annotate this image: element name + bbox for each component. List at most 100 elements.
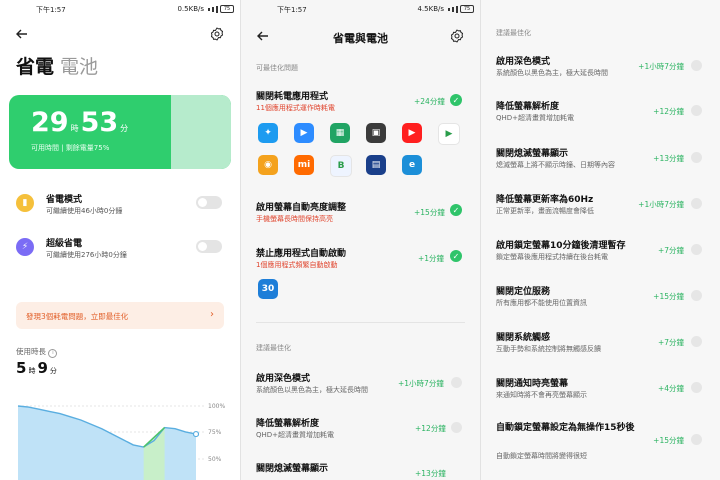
- suggestion-title[interactable]: 啟用深色模式: [256, 371, 310, 384]
- suggestion-gain: +4分鐘: [657, 384, 684, 393]
- suggestion-gain: +13分鐘: [653, 154, 684, 163]
- suggestion-gain: +15分鐘: [653, 436, 684, 445]
- suggestion-gain: +13分鐘: [415, 469, 446, 478]
- suggestion-gain: +1小時7分鐘: [398, 379, 444, 388]
- usage-hours-unit: 時: [28, 367, 36, 375]
- doc-app-icon: B: [330, 155, 352, 177]
- power-saving-mode-row[interactable]: ▮ 省電模式 可繼續使用46小時0分鐘: [16, 192, 226, 220]
- suggestion-gain: +7分鐘: [657, 338, 684, 347]
- issue-title[interactable]: 關閉耗電應用程式: [256, 89, 328, 102]
- suggestion-title[interactable]: 關閉熄滅螢幕顯示: [256, 461, 328, 474]
- suggestion-title[interactable]: 啟用深色模式: [496, 54, 550, 67]
- suggestion-desc: 鎖定螢幕後應用程式持續在後台耗電: [496, 253, 608, 261]
- remaining-subtitle: 可用時間 | 剩餘電量75%: [31, 144, 110, 152]
- minutes-unit: 分: [120, 124, 129, 133]
- issue-gain: +1分鐘: [418, 254, 445, 263]
- unchecked-radio[interactable]: [691, 105, 702, 116]
- news-app-icon: ▣: [366, 123, 386, 143]
- issue-title[interactable]: 啟用螢幕自動亮度調整: [256, 200, 346, 213]
- unchecked-radio[interactable]: [691, 244, 702, 255]
- unchecked-radio[interactable]: [691, 60, 702, 71]
- screen: 下午1:57 0.5KB/s 75 省電 電池 29 時53 分 可用時間 | 剩餘電…: [0, 0, 720, 480]
- remaining-time: 29 時53 分: [31, 107, 130, 138]
- signal-icons: 75: [208, 5, 234, 13]
- signal-icons: 75: [448, 5, 474, 13]
- battery-usage-chart: 100% 75% 50%: [17, 403, 225, 480]
- divider: [256, 322, 465, 323]
- suggestion-desc: 正常更新率，畫面流暢度會降低: [496, 207, 594, 215]
- issue-gain: +15分鐘: [414, 208, 445, 217]
- unchecked-radio[interactable]: [691, 434, 702, 445]
- checked-icon[interactable]: ✓: [450, 94, 462, 106]
- back-button[interactable]: [14, 26, 30, 42]
- chart-area-fill: [18, 406, 196, 480]
- issue-desc: 11個應用程式運作時耗電: [256, 104, 335, 112]
- play-store-icon: ▶: [438, 123, 460, 145]
- unchecked-radio[interactable]: [451, 377, 462, 388]
- title-battery: 電池: [60, 56, 99, 78]
- power-battery-panel: 下午1:57 4.5KB/s 75 省電與電池 可最佳化問題 關閉耗電應用程式 …: [241, 0, 480, 480]
- checked-icon[interactable]: ✓: [450, 250, 462, 262]
- unchecked-radio[interactable]: [691, 152, 702, 163]
- issue-title[interactable]: 禁止應用程式自動啟動: [256, 246, 346, 259]
- gear-icon[interactable]: [450, 29, 464, 43]
- checked-icon[interactable]: ✓: [450, 204, 462, 216]
- suggestion-desc: 系統顏色以黑色為主，極大延長時間: [256, 386, 368, 394]
- battery-remaining-card: 29 時53 分 可用時間 | 剩餘電量75%: [9, 95, 231, 169]
- info-icon[interactable]: i: [48, 349, 58, 358]
- battery-icon: 75: [220, 5, 234, 13]
- optimize-warning-banner[interactable]: 發現3個耗電問題，立即最佳化 ›: [16, 302, 224, 329]
- status-bar: 下午1:57 0.5KB/s 75: [0, 3, 240, 17]
- suggestion-title[interactable]: 關閉定位服務: [496, 284, 550, 297]
- suggestion-title[interactable]: 降低螢幕解析度: [496, 99, 559, 112]
- suggestion-gain: +7分鐘: [657, 246, 684, 255]
- usage-minutes: 9: [37, 359, 48, 377]
- gear-icon[interactable]: [210, 27, 224, 41]
- suggested-optimizations-panel: 建議最佳化 啟用深色模式 系統顏色以黑色為主，極大延長時間 +1小時7分鐘 降低螢幕解…: [481, 0, 720, 480]
- unchecked-radio[interactable]: [691, 198, 702, 209]
- battery-saver-icon: ▮: [16, 194, 34, 212]
- unchecked-radio[interactable]: [691, 382, 702, 393]
- suggestion-title[interactable]: 關閉通知時亮螢幕: [496, 376, 568, 389]
- suggestion-title[interactable]: 啟用鎖定螢幕10分鐘後清理暫存: [496, 238, 626, 251]
- status-network-speed: 0.5KB/s: [177, 5, 204, 13]
- suggestion-title[interactable]: 降低螢幕解析度: [256, 416, 319, 429]
- status-network-speed: 4.5KB/s: [417, 5, 444, 13]
- suggestion-desc: QHD+超清畫質增加耗電: [256, 431, 335, 439]
- status-time: 下午1:57: [277, 6, 307, 14]
- suggestion-gain: +15分鐘: [653, 292, 684, 301]
- suggestion-desc: 互動手勢和系統控制將無觸感反饋: [496, 345, 601, 353]
- page-title: 省電 電池: [16, 52, 98, 79]
- youtube-icon: ▶: [402, 123, 422, 143]
- axis-label-100: 100%: [208, 403, 225, 410]
- status-time: 下午1:57: [36, 6, 66, 14]
- suggestion-title[interactable]: 關閉系統觸感: [496, 330, 550, 343]
- ultra-power-saving-row[interactable]: ⚡ 超級省電 可繼續使用276小時0分鐘: [16, 236, 226, 264]
- mode-title: 超級省電: [46, 239, 83, 249]
- issue-desc: 1個應用程式頻繁自動啟動: [256, 261, 338, 269]
- unchecked-radio[interactable]: [691, 336, 702, 347]
- mi-store-icon: mi: [294, 155, 314, 175]
- ultra-power-saving-toggle[interactable]: [196, 240, 222, 253]
- mode-title: 省電模式: [46, 195, 83, 205]
- suggestion-title[interactable]: 關閉熄滅螢幕顯示: [496, 146, 568, 159]
- news-thumb-icon: ▤: [366, 155, 386, 175]
- usage-minutes-unit: 分: [49, 367, 57, 375]
- app-30-icon: 30: [258, 279, 278, 299]
- suggestion-gain: +12分鐘: [653, 107, 684, 116]
- current-level-dot: [192, 430, 200, 438]
- battery-level-fill: [171, 95, 231, 169]
- suggestion-title[interactable]: 自動鎖定螢幕設定為無操作15秒後: [496, 421, 656, 435]
- unchecked-radio[interactable]: [451, 422, 462, 433]
- suggestion-desc: QHD+超清畫質增加耗電: [496, 114, 575, 122]
- suggestion-title[interactable]: 降低螢幕更新率為60Hz: [496, 192, 593, 205]
- remaining-minutes: 53: [80, 107, 119, 138]
- chevron-right-icon: ›: [210, 309, 214, 320]
- unchecked-radio[interactable]: [691, 290, 702, 301]
- power-saving-toggle[interactable]: [196, 196, 222, 209]
- sheets-icon: ▦: [330, 123, 350, 143]
- section-suggested: 建議最佳化: [256, 344, 291, 352]
- axis-label-75: 75%: [208, 429, 222, 436]
- mi-home-icon: ◉: [258, 155, 278, 175]
- issue-gain: +24分鐘: [414, 97, 445, 106]
